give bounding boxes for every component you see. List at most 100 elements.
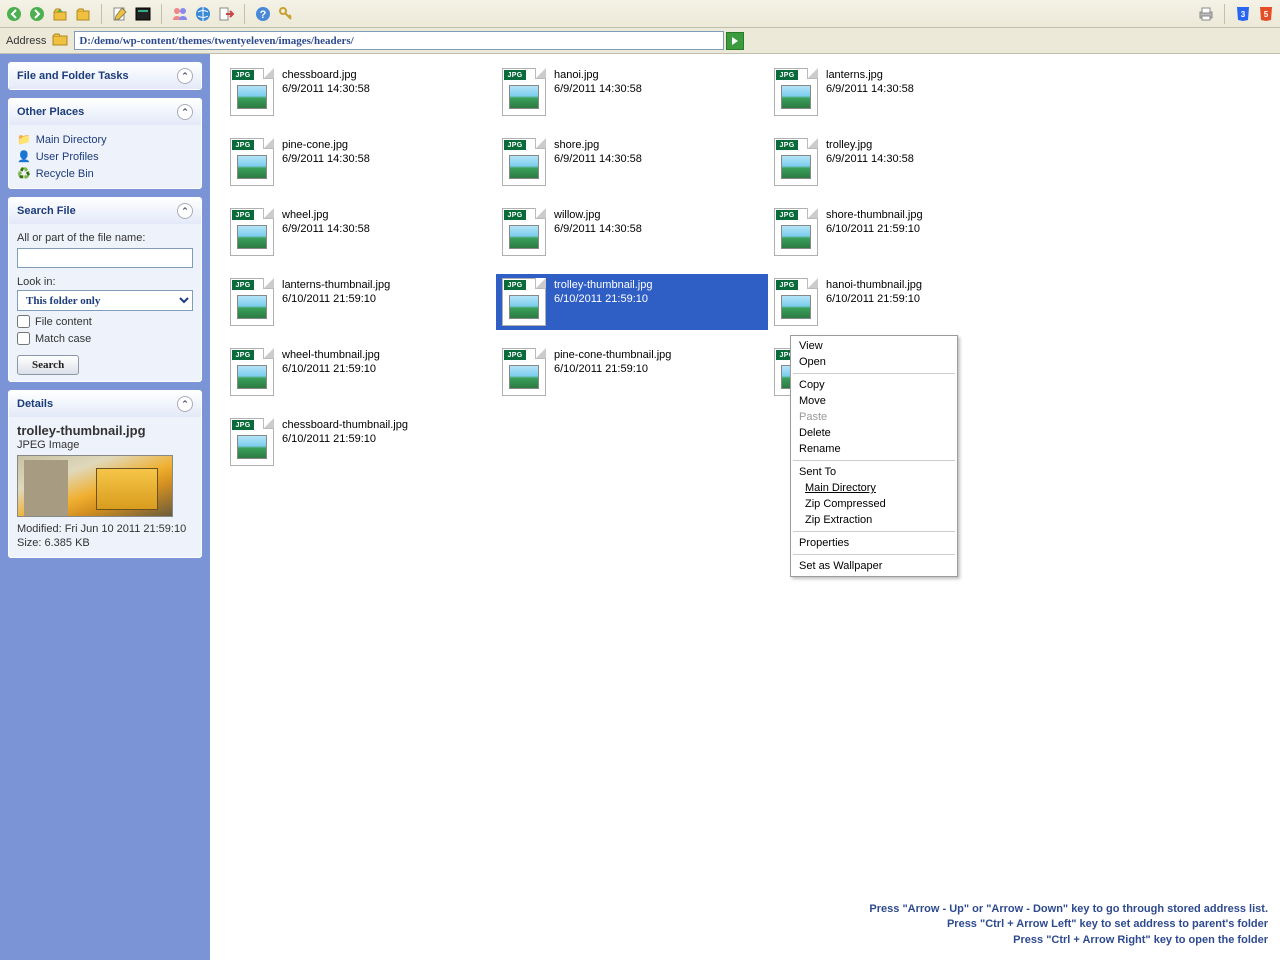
jpg-badge: JPG: [776, 210, 798, 220]
file-item[interactable]: JPGshore.jpg6/9/2011 14:30:58: [496, 134, 768, 190]
jpg-badge: JPG: [232, 280, 254, 290]
key-button[interactable]: [277, 5, 295, 23]
ctx-main-directory[interactable]: Main Directory: [791, 480, 957, 496]
file-item[interactable]: JPGpine-cone.jpg6/9/2011 14:30:58: [224, 134, 496, 190]
details-filetype: JPEG Image: [17, 439, 193, 451]
css3-badge-icon[interactable]: 3: [1234, 5, 1252, 23]
file-date: 6/9/2011 14:30:58: [554, 222, 642, 236]
details-thumbnail: [17, 455, 173, 517]
file-name: hanoi.jpg: [554, 68, 642, 82]
jpg-file-icon: JPG: [230, 68, 274, 116]
file-item[interactable]: JPGhanoi-thumbnail.jpg6/10/2011 21:59:10: [768, 274, 1040, 330]
recycle-icon: ♻️: [17, 167, 31, 180]
toolbar-separator: [1224, 4, 1225, 24]
file-name: wheel-thumbnail.jpg: [282, 348, 380, 362]
file-item[interactable]: JPG hanoi.jpg6/9/2011 14:30:58: [496, 64, 768, 120]
file-name: hanoi-thumbnail.jpg: [826, 278, 922, 292]
nav-forward-button[interactable]: [28, 5, 46, 23]
file-name: chessboard-thumbnail.jpg: [282, 418, 408, 432]
match-case-checkbox[interactable]: [17, 332, 30, 345]
keyboard-hints: Press "Arrow - Up" or "Arrow - Down" key…: [869, 902, 1268, 948]
folder-icon: [52, 32, 68, 49]
users-button[interactable]: [171, 5, 189, 23]
jpg-file-icon: JPG: [502, 138, 546, 186]
jpg-file-icon: JPG: [502, 68, 546, 116]
globe-button[interactable]: [194, 5, 212, 23]
details-modified: Modified: Fri Jun 10 2011 21:59:10: [17, 523, 193, 535]
open-folder-button[interactable]: [74, 5, 92, 23]
file-item[interactable]: JPGchessboard.jpg6/9/2011 14:30:58: [224, 64, 496, 120]
panel-tasks-header[interactable]: File and Folder Tasks ⌃: [9, 63, 201, 89]
jpg-badge: JPG: [776, 140, 798, 150]
console-button[interactable]: [134, 5, 152, 23]
jpg-file-icon: JPG: [230, 348, 274, 396]
panel-other-title: Other Places: [17, 106, 84, 118]
jpg-file-icon: JPG: [230, 278, 274, 326]
file-item[interactable]: JPGlanterns.jpg6/9/2011 14:30:58: [768, 64, 1040, 120]
folder-icon: 📁: [17, 133, 31, 146]
jpg-file-icon: JPG: [502, 348, 546, 396]
logout-button[interactable]: [217, 5, 235, 23]
jpg-file-icon: JPG: [774, 68, 818, 116]
file-item[interactable]: JPGshore-thumbnail.jpg6/10/2011 21:59:10: [768, 204, 1040, 260]
nav-up-button[interactable]: [51, 5, 69, 23]
lookin-select[interactable]: This folder only: [17, 290, 193, 311]
file-name: chessboard.jpg: [282, 68, 370, 82]
file-item[interactable]: JPGlanterns-thumbnail.jpg6/10/2011 21:59…: [224, 274, 496, 330]
panel-details-header[interactable]: Details ⌃: [9, 391, 201, 417]
hint-line: Press "Ctrl + Arrow Right" key to open t…: [869, 933, 1268, 948]
ctx-properties[interactable]: Properties: [791, 535, 957, 551]
print-button[interactable]: [1197, 5, 1215, 23]
jpg-badge: JPG: [232, 210, 254, 220]
hint-line: Press "Ctrl + Arrow Left" key to set add…: [869, 917, 1268, 932]
ctx-view[interactable]: View: [791, 338, 957, 354]
file-name: shore-thumbnail.jpg: [826, 208, 923, 222]
nav-back-button[interactable]: [5, 5, 23, 23]
ctx-set-wallpaper[interactable]: Set as Wallpaper: [791, 558, 957, 574]
ctx-copy[interactable]: Copy: [791, 377, 957, 393]
file-content-label: File content: [35, 316, 92, 328]
file-date: 6/10/2011 21:59:10: [826, 292, 922, 306]
svg-text:?: ?: [260, 9, 267, 21]
panel-search-header[interactable]: Search File ⌃: [9, 198, 201, 224]
go-button[interactable]: [726, 32, 744, 50]
edit-button[interactable]: [111, 5, 129, 23]
panel-other-header[interactable]: Other Places ⌃: [9, 99, 201, 125]
file-item[interactable]: JPGpine-cone-thumbnail.jpg6/10/2011 21:5…: [496, 344, 768, 400]
help-button[interactable]: ?: [254, 5, 272, 23]
file-item[interactable]: JPGwheel.jpg6/9/2011 14:30:58: [224, 204, 496, 260]
file-name: pine-cone-thumbnail.jpg: [554, 348, 671, 362]
file-name: willow.jpg: [554, 208, 642, 222]
ctx-move[interactable]: Move: [791, 393, 957, 409]
file-item[interactable]: JPGwillow.jpg6/9/2011 14:30:58: [496, 204, 768, 260]
file-item[interactable]: JPGtrolley-thumbnail.jpg6/10/2011 21:59:…: [496, 274, 768, 330]
file-name: shore.jpg: [554, 138, 642, 152]
file-content-checkbox[interactable]: [17, 315, 30, 328]
file-date: 6/9/2011 14:30:58: [826, 152, 914, 166]
file-date: 6/10/2011 21:59:10: [282, 292, 390, 306]
panel-tasks: File and Folder Tasks ⌃: [8, 62, 202, 90]
context-menu: View Open Copy Move Paste Delete Rename …: [790, 335, 958, 577]
file-item[interactable]: JPGchessboard-thumbnail.jpg6/10/2011 21:…: [224, 414, 496, 470]
chevron-up-icon: ⌃: [177, 104, 193, 120]
jpg-file-icon: JPG: [230, 138, 274, 186]
address-input[interactable]: [74, 31, 724, 50]
file-item[interactable]: JPGtrolley.jpg6/9/2011 14:30:58: [768, 134, 1040, 190]
ctx-delete[interactable]: Delete: [791, 425, 957, 441]
link-main-directory[interactable]: 📁Main Directory: [17, 131, 193, 148]
chevron-up-icon: ⌃: [177, 203, 193, 219]
html5-badge-icon[interactable]: 5: [1257, 5, 1275, 23]
jpg-badge: JPG: [504, 280, 526, 290]
search-button[interactable]: Search: [17, 355, 79, 375]
ctx-open[interactable]: Open: [791, 354, 957, 370]
ctx-zip-compressed[interactable]: Zip Compressed: [791, 496, 957, 512]
link-recycle-bin[interactable]: ♻️Recycle Bin: [17, 165, 193, 182]
ctx-rename[interactable]: Rename: [791, 441, 957, 457]
search-name-input[interactable]: [17, 248, 193, 268]
file-item[interactable]: JPGwheel-thumbnail.jpg6/10/2011 21:59:10: [224, 344, 496, 400]
link-user-profiles[interactable]: 👤User Profiles: [17, 148, 193, 165]
ctx-zip-extraction[interactable]: Zip Extraction: [791, 512, 957, 528]
jpg-file-icon: JPG: [774, 138, 818, 186]
file-date: 6/9/2011 14:30:58: [554, 82, 642, 96]
file-pane[interactable]: JPGchessboard.jpg6/9/2011 14:30:58JPGhan…: [210, 54, 1280, 960]
